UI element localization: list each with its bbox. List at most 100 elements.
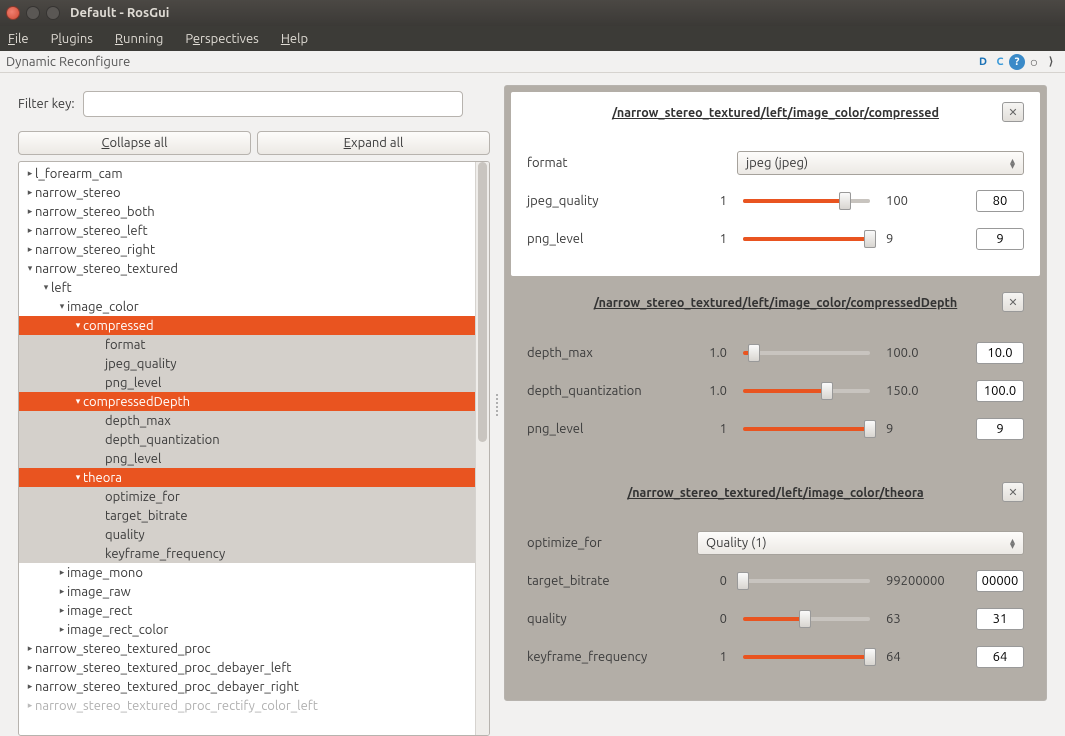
param-label: keyframe_frequency bbox=[527, 650, 687, 664]
tree-node[interactable]: ▸image_raw bbox=[19, 582, 489, 601]
panel-close-button[interactable]: ✕ bbox=[1002, 102, 1024, 122]
topic-tree: ▸l_forearm_cam ▸narrow_stereo ▸narrow_st… bbox=[18, 161, 490, 736]
window-minimize-button[interactable] bbox=[26, 6, 40, 20]
depth-quant-input[interactable] bbox=[976, 380, 1024, 402]
quality-input[interactable] bbox=[976, 608, 1024, 630]
format-combo[interactable]: jpeg (jpeg) ▴▾ bbox=[737, 151, 1024, 175]
tree-node[interactable]: ▸narrow_stereo_left bbox=[19, 221, 489, 240]
dock-icon[interactable]: D bbox=[975, 54, 991, 70]
plugin-title: Dynamic Reconfigure bbox=[6, 55, 130, 69]
close-plugin-icon[interactable]: ⟩ bbox=[1043, 54, 1059, 70]
tree-scrollbar[interactable] bbox=[475, 162, 489, 735]
target-bitrate-input[interactable] bbox=[976, 570, 1024, 592]
chevron-updown-icon: ▴▾ bbox=[1010, 538, 1015, 548]
tree-node[interactable]: ▸narrow_stereo_both bbox=[19, 202, 489, 221]
depth-max-input[interactable] bbox=[976, 342, 1024, 364]
param-label: optimize_for bbox=[527, 536, 687, 550]
optimize-for-combo[interactable]: Quality (1) ▴▾ bbox=[697, 531, 1024, 555]
tree-leaf[interactable]: depth_max bbox=[19, 411, 489, 430]
tree-leaf[interactable]: optimize_for bbox=[19, 487, 489, 506]
depth-max-slider[interactable] bbox=[743, 343, 870, 363]
tree-node[interactable]: ▾left bbox=[19, 278, 489, 297]
menu-file[interactable]: File bbox=[8, 32, 29, 46]
tree-leaf[interactable]: png_level bbox=[19, 449, 489, 468]
param-label: quality bbox=[527, 612, 687, 626]
tree-leaf[interactable]: target_bitrate bbox=[19, 506, 489, 525]
menu-help[interactable]: Help bbox=[281, 32, 308, 46]
png-level-input[interactable] bbox=[976, 228, 1024, 250]
param-max: 64 bbox=[886, 650, 966, 664]
param-label: jpeg_quality bbox=[527, 194, 687, 208]
panel-compressed-depth: /narrow_stereo_textured/left/image_color… bbox=[511, 282, 1040, 466]
right-pane: /narrow_stereo_textured/left/image_color… bbox=[504, 73, 1065, 736]
tree-leaf[interactable]: keyframe_frequency bbox=[19, 544, 489, 563]
window-close-button[interactable] bbox=[6, 6, 20, 20]
settings-icon[interactable]: ○ bbox=[1026, 54, 1042, 70]
menu-running[interactable]: Running bbox=[115, 32, 163, 46]
param-max: 63 bbox=[886, 612, 966, 626]
tree-leaf[interactable]: depth_quantization bbox=[19, 430, 489, 449]
cd-png-level-slider[interactable] bbox=[743, 419, 870, 439]
param-max: 9 bbox=[886, 232, 966, 246]
filter-input[interactable] bbox=[83, 91, 463, 117]
keyframe-freq-input[interactable] bbox=[976, 646, 1024, 668]
tree-node-selected[interactable]: ▾compressed bbox=[19, 316, 489, 335]
param-label: png_level bbox=[527, 422, 687, 436]
menu-perspectives[interactable]: Perspectives bbox=[185, 32, 258, 46]
tree-leaf[interactable]: jpeg_quality bbox=[19, 354, 489, 373]
jpeg-quality-slider[interactable] bbox=[743, 191, 870, 211]
window-title: Default - RosGui bbox=[70, 6, 169, 20]
panel-compressed: /narrow_stereo_textured/left/image_color… bbox=[511, 92, 1040, 276]
tree-node[interactable]: ▸image_rect_color bbox=[19, 620, 489, 639]
panel-title: /narrow_stereo_textured/left/image_color… bbox=[594, 296, 958, 310]
param-max: 99200000 bbox=[886, 574, 966, 588]
panel-title: /narrow_stereo_textured/left/image_color… bbox=[627, 486, 923, 500]
tree-node[interactable]: ▸narrow_stereo_textured_proc_rectify_col… bbox=[19, 696, 489, 715]
tree-node[interactable]: ▾image_color bbox=[19, 297, 489, 316]
tree-node[interactable]: ▸narrow_stereo bbox=[19, 183, 489, 202]
tree-node[interactable]: ▸l_forearm_cam bbox=[19, 164, 489, 183]
target-bitrate-slider[interactable] bbox=[743, 571, 870, 591]
param-label: format bbox=[527, 156, 687, 170]
param-label: target_bitrate bbox=[527, 574, 687, 588]
tree-leaf[interactable]: quality bbox=[19, 525, 489, 544]
window-maximize-button[interactable] bbox=[46, 6, 60, 20]
param-max: 9 bbox=[886, 422, 966, 436]
tree-node[interactable]: ▸narrow_stereo_textured_proc_debayer_lef… bbox=[19, 658, 489, 677]
tree-node-selected[interactable]: ▾compressedDepth bbox=[19, 392, 489, 411]
param-min: 1 bbox=[697, 232, 727, 246]
depth-quant-slider[interactable] bbox=[743, 381, 870, 401]
jpeg-quality-input[interactable] bbox=[976, 190, 1024, 212]
panel-close-button[interactable]: ✕ bbox=[1002, 292, 1024, 312]
param-min: 1.0 bbox=[697, 346, 727, 360]
tree-leaf[interactable]: png_level bbox=[19, 373, 489, 392]
param-min: 1 bbox=[697, 422, 727, 436]
tree-node[interactable]: ▸narrow_stereo_textured_proc bbox=[19, 639, 489, 658]
tree-leaf[interactable]: format bbox=[19, 335, 489, 354]
tree-node[interactable]: ▸image_rect bbox=[19, 601, 489, 620]
collapse-all-button[interactable]: Collapse all bbox=[18, 131, 251, 155]
keyframe-freq-slider[interactable] bbox=[743, 647, 870, 667]
tree-node-selected[interactable]: ▾theora bbox=[19, 468, 489, 487]
panel-close-button[interactable]: ✕ bbox=[1002, 482, 1024, 502]
reload-icon[interactable]: C bbox=[992, 54, 1008, 70]
param-min: 0 bbox=[697, 612, 727, 626]
left-pane: Filter key: Collapse all Expand all ▸l_f… bbox=[0, 73, 490, 736]
help-icon[interactable]: ? bbox=[1009, 54, 1025, 70]
plugin-header: Dynamic Reconfigure D C ? ○ ⟩ bbox=[0, 51, 1065, 73]
png-level-slider[interactable] bbox=[743, 229, 870, 249]
menubar: File Plugins Running Perspectives Help bbox=[0, 26, 1065, 51]
tree-node[interactable]: ▸narrow_stereo_right bbox=[19, 240, 489, 259]
chevron-updown-icon: ▴▾ bbox=[1010, 158, 1015, 168]
menu-plugins[interactable]: Plugins bbox=[51, 32, 93, 46]
tree-node[interactable]: ▸narrow_stereo_textured_proc_debayer_rig… bbox=[19, 677, 489, 696]
tree-node[interactable]: ▸image_mono bbox=[19, 563, 489, 582]
expand-all-button[interactable]: Expand all bbox=[257, 131, 490, 155]
cd-png-level-input[interactable] bbox=[976, 418, 1024, 440]
pane-splitter[interactable] bbox=[490, 73, 504, 736]
quality-slider[interactable] bbox=[743, 609, 870, 629]
filter-label: Filter key: bbox=[18, 97, 75, 111]
panel-theora: /narrow_stereo_textured/left/image_color… bbox=[511, 472, 1040, 694]
param-min: 1 bbox=[697, 194, 727, 208]
tree-node[interactable]: ▾narrow_stereo_textured bbox=[19, 259, 489, 278]
